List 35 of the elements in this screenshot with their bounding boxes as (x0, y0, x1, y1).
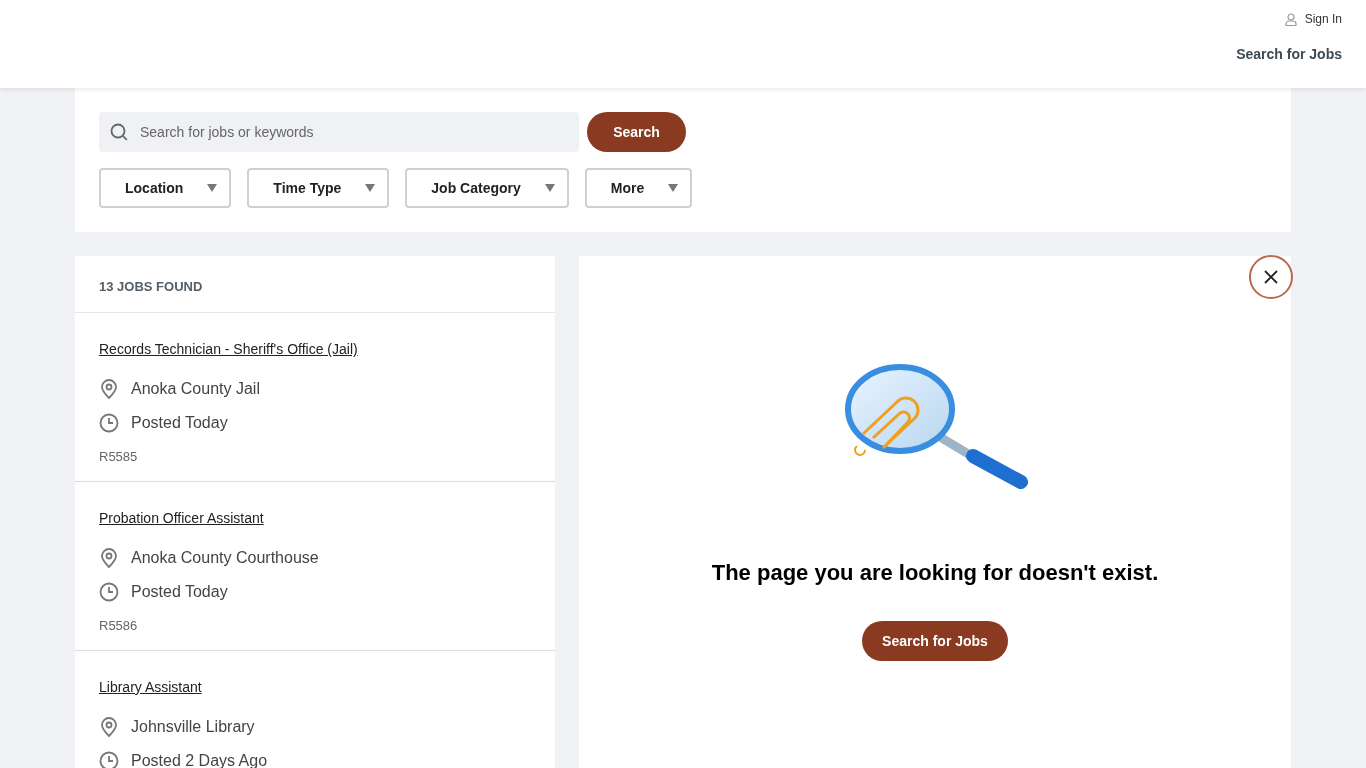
search-button[interactable]: Search (587, 112, 686, 152)
results-count: 13 JOBS FOUND (75, 256, 555, 313)
posted-date: Posted Today (131, 582, 228, 602)
clock-icon (99, 413, 119, 433)
close-button[interactable] (1249, 255, 1293, 299)
job-location: Johnsville Library (131, 717, 255, 737)
caret-icon (207, 184, 218, 192)
job-location: Anoka County Jail (131, 379, 260, 399)
location-pin-icon (101, 379, 117, 399)
caret-icon (668, 184, 679, 192)
job-id: R5585 (99, 448, 138, 466)
job-location: Anoka County Courthouse (131, 548, 319, 568)
job-title-link[interactable]: Library Assistant (99, 677, 202, 698)
clock-icon (99, 582, 119, 602)
clock-icon (99, 751, 119, 768)
filter-dropdown[interactable]: Location (99, 168, 232, 208)
error-message: The page you are looking for doesn't exist. (711, 559, 1159, 587)
sign-in-link[interactable]: Sign In (1284, 10, 1342, 28)
filter-dropdown[interactable]: Time Type (247, 168, 390, 208)
search-field[interactable]: Search for jobs or keywords (99, 112, 579, 152)
filter-dropdown[interactable]: More (584, 168, 693, 208)
search-for-jobs-button[interactable]: Search for Jobs (862, 621, 1008, 661)
user-icon (1284, 12, 1297, 26)
job-title-link[interactable]: Records Technician - Sheriff's Office (Jail) (99, 339, 358, 360)
filter-dropdown[interactable]: Job Category (405, 168, 569, 208)
posted-date: Posted Today (131, 413, 228, 433)
close-icon (1264, 270, 1278, 284)
search-for-jobs-link[interactable]: Search for Jobs (1236, 44, 1342, 65)
location-pin-icon (101, 717, 117, 737)
caret-icon (365, 184, 376, 192)
job-id: R5586 (99, 617, 138, 635)
job-title-link[interactable]: Probation Officer Assistant (99, 508, 264, 529)
search-icon (110, 123, 128, 141)
location-pin-icon (101, 548, 117, 568)
caret-icon (544, 184, 555, 192)
